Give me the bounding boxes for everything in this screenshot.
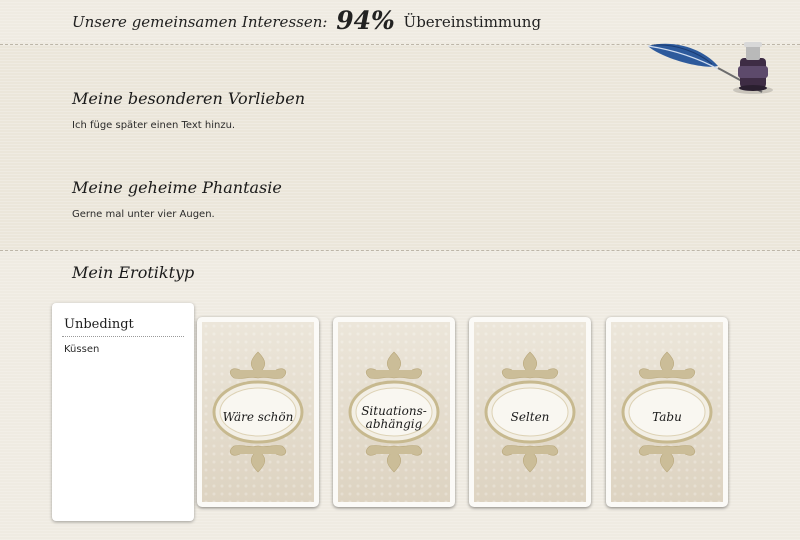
card-label: Selten: [510, 410, 550, 424]
card-tabu[interactable]: Tabu: [606, 317, 728, 507]
section-text-vorlieben: Ich füge später einen Text hinzu.: [72, 120, 236, 131]
match-suffix: Übereinstimmung: [403, 13, 542, 31]
list-item: Küssen: [64, 344, 100, 355]
card-label: Tabu: [652, 410, 682, 424]
card-selten[interactable]: Selten: [469, 317, 591, 507]
match-percent: 94%: [336, 6, 395, 35]
card-waere-schoen[interactable]: Wäre schön: [197, 317, 319, 507]
section-title-vorlieben: Meine besonderen Vorlieben: [72, 89, 305, 108]
card-label: Situations- abhängig: [338, 405, 450, 431]
section-text-phantasie: Gerne mal unter vier Augen.: [72, 209, 215, 220]
section-title-phantasie: Meine geheime Phantasie: [72, 178, 282, 197]
panel-divider: [62, 336, 184, 337]
quill-inkwell-icon: [647, 42, 773, 94]
match-summary: Unsere gemeinsamen Interessen: 94% Übere…: [72, 6, 541, 35]
card-situationsabhaengig[interactable]: Situations- abhängig: [333, 317, 455, 507]
unbedingt-panel: Unbedingt Küssen: [52, 303, 194, 521]
section-title-erotiktyp: Mein Erotiktyp: [72, 263, 195, 282]
match-prefix: Unsere gemeinsamen Interessen:: [72, 13, 328, 31]
panel-heading: Unbedingt: [64, 317, 134, 332]
card-label: Wäre schön: [222, 410, 294, 424]
card-label-line2: abhängig: [365, 417, 423, 431]
